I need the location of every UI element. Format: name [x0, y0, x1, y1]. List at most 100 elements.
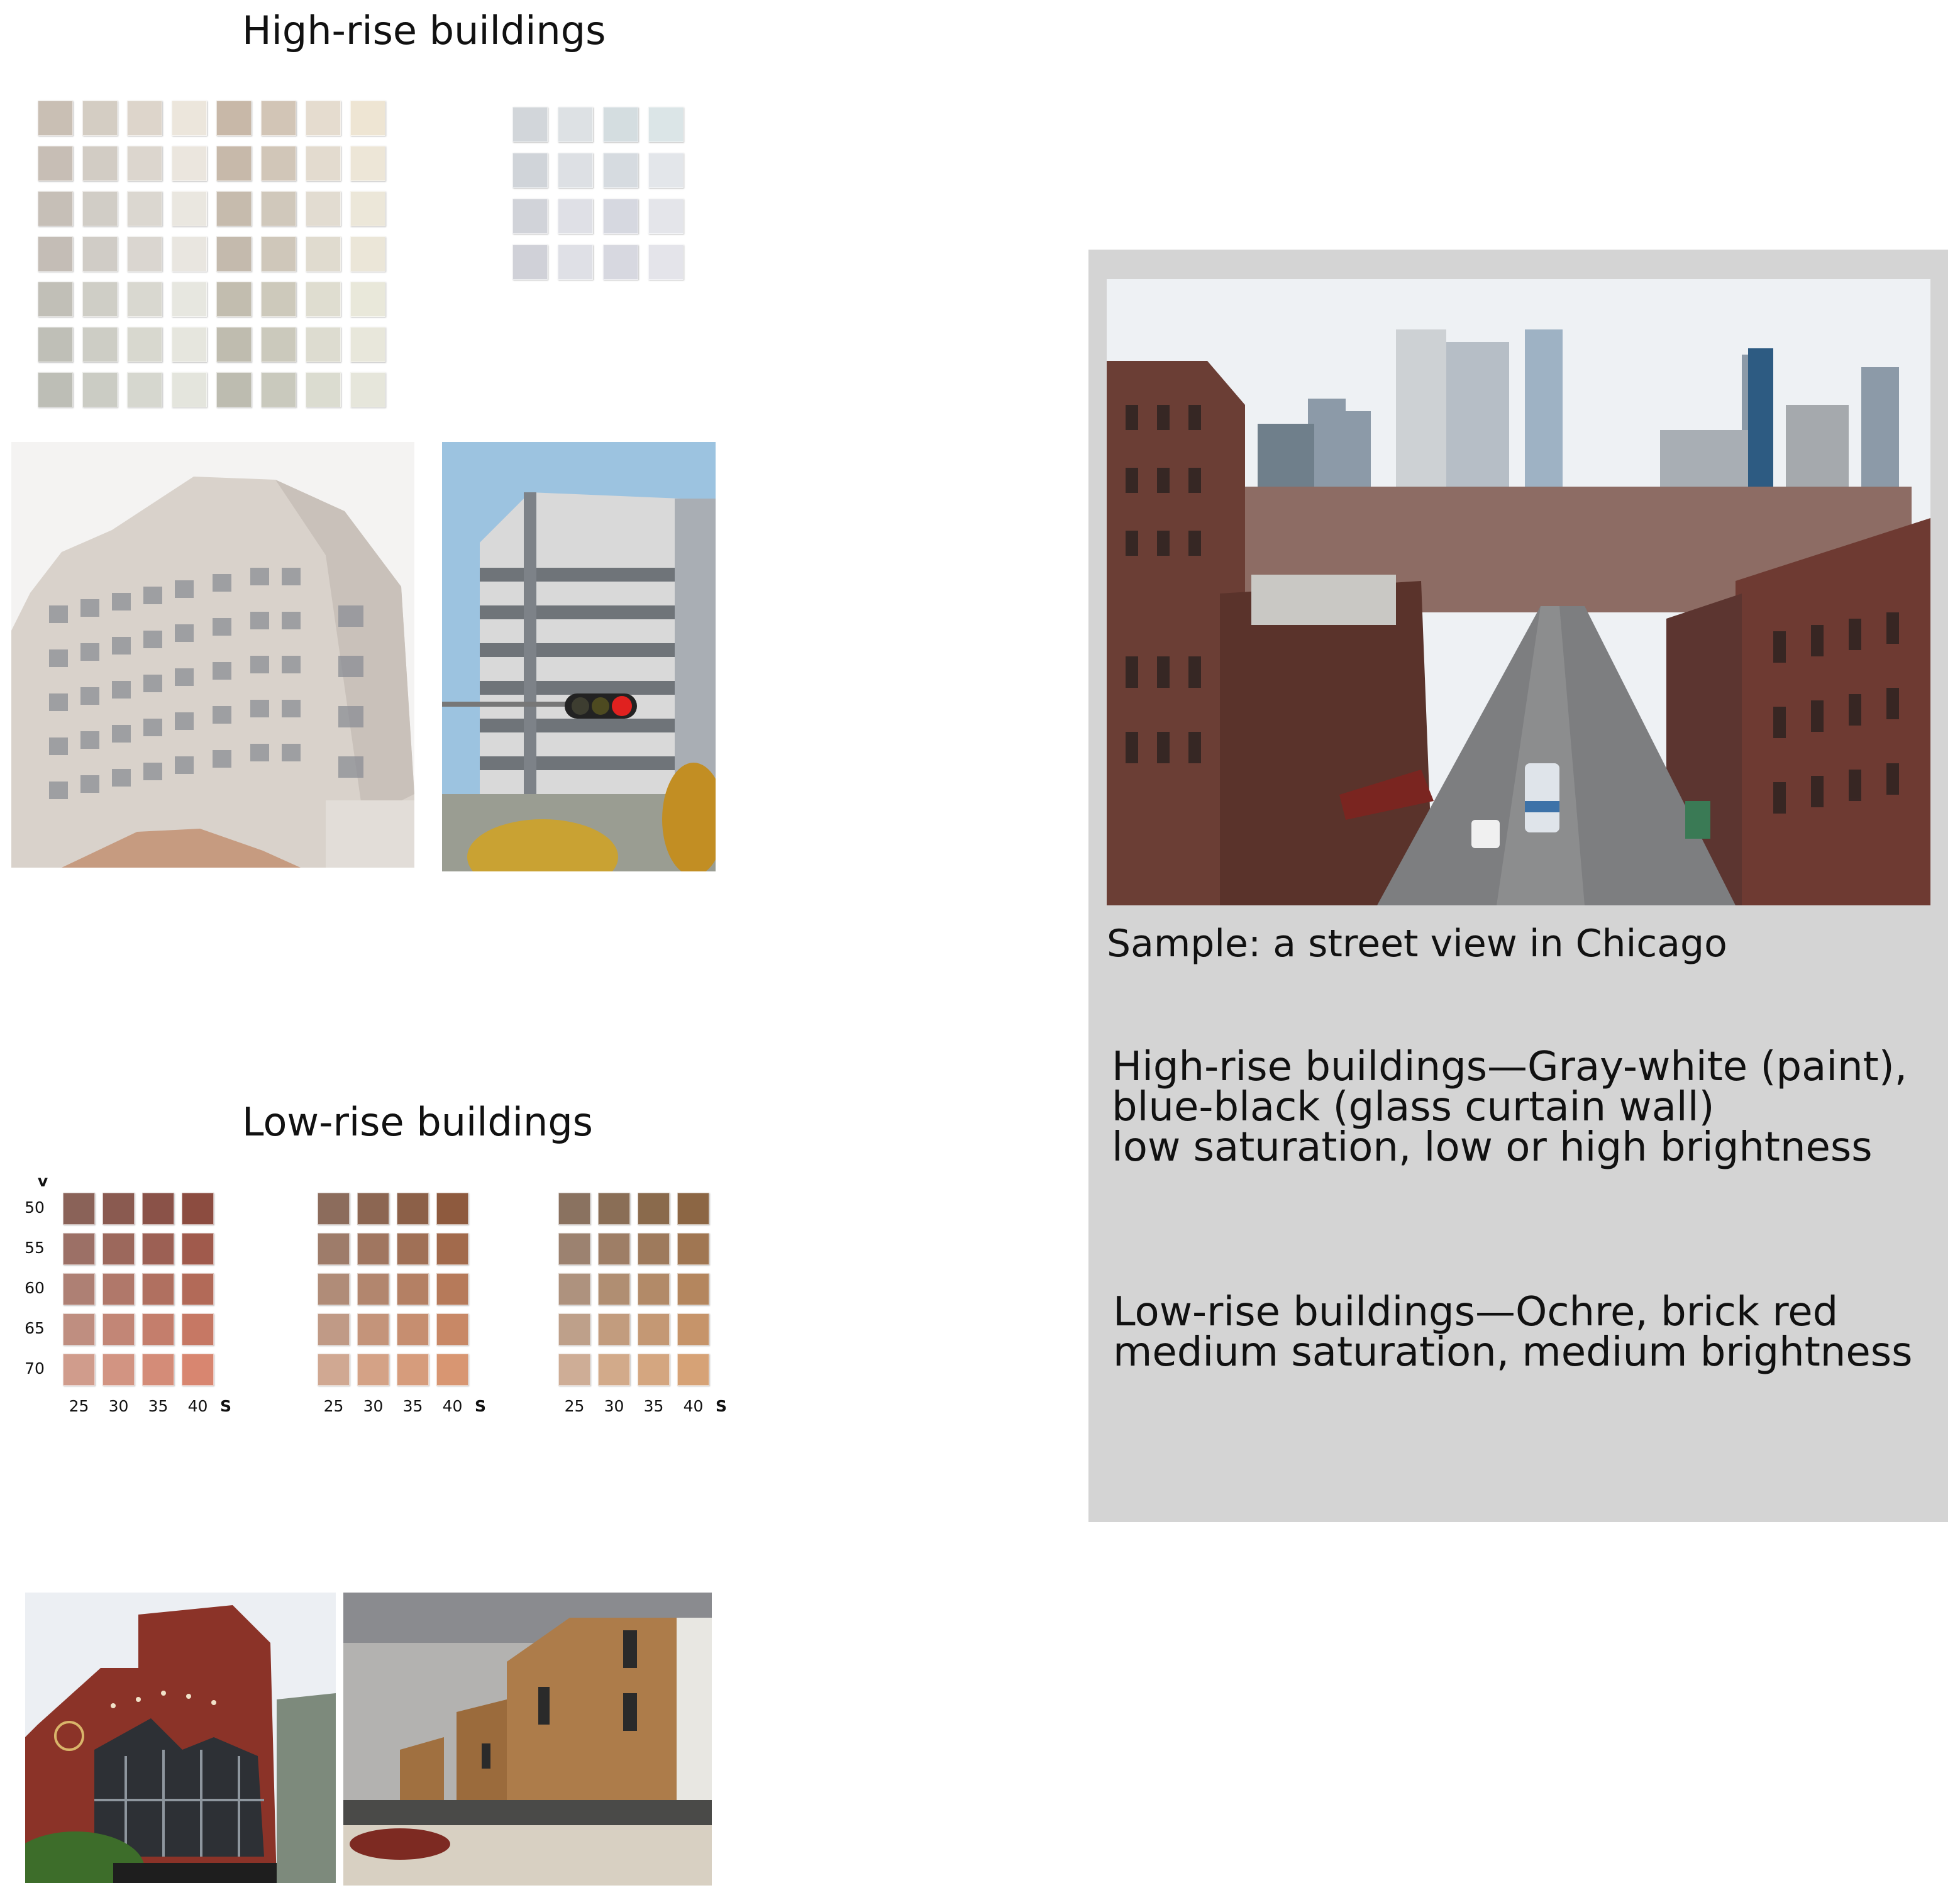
color-swatch — [261, 236, 296, 272]
color-swatch — [127, 236, 162, 272]
color-swatch — [38, 372, 73, 407]
color-swatch — [127, 372, 162, 407]
color-swatch — [127, 101, 162, 136]
color-swatch — [182, 1313, 214, 1345]
color-swatch — [350, 191, 385, 226]
color-swatch — [82, 372, 118, 407]
color-swatch — [172, 236, 207, 272]
s-axis-tick-label: 25 — [69, 1397, 89, 1415]
low-rise-palette-brick-red — [63, 1193, 252, 1394]
color-swatch — [677, 1313, 709, 1345]
color-swatch — [63, 1313, 95, 1345]
color-swatch — [63, 1354, 95, 1386]
color-swatch — [350, 101, 385, 136]
color-swatch — [127, 146, 162, 181]
color-swatch — [603, 245, 638, 280]
color-swatch — [261, 372, 296, 407]
color-swatch — [63, 1273, 95, 1305]
high-rise-palette-warm-gray — [38, 101, 396, 415]
s-axis-title: S — [474, 1397, 486, 1415]
color-swatch — [102, 1354, 135, 1386]
color-swatch — [82, 191, 118, 226]
color-swatch — [82, 327, 118, 362]
color-swatch — [603, 199, 638, 234]
low-rise-palette-ochre — [558, 1193, 747, 1394]
color-swatch — [182, 1233, 214, 1265]
high-rise-photo-apartment — [11, 442, 414, 868]
color-swatch — [127, 191, 162, 226]
color-swatch — [350, 327, 385, 362]
color-swatch — [558, 1233, 590, 1265]
low-rise-photo-timber — [343, 1593, 712, 1886]
color-swatch — [598, 1193, 630, 1225]
color-swatch — [558, 1193, 590, 1225]
color-swatch — [318, 1193, 350, 1225]
color-swatch — [638, 1273, 670, 1305]
color-swatch — [318, 1313, 350, 1345]
color-swatch — [306, 282, 341, 317]
color-swatch — [306, 101, 341, 136]
color-swatch — [558, 1313, 590, 1345]
s-axis-tick-label: 25 — [323, 1397, 344, 1415]
s-axis-tick-label: 30 — [363, 1397, 384, 1415]
color-swatch — [102, 1273, 135, 1305]
color-swatch — [172, 282, 207, 317]
color-swatch — [172, 372, 207, 407]
color-swatch — [172, 327, 207, 362]
color-swatch — [648, 153, 684, 188]
color-swatch — [142, 1193, 174, 1225]
color-swatch — [638, 1354, 670, 1386]
high-rise-description-line: High-rise buildings—Gray-white (paint), — [1112, 1044, 1908, 1090]
color-swatch — [127, 327, 162, 362]
low-rise-description-line: Low-rise buildings—Ochre, brick red — [1113, 1289, 1839, 1335]
color-swatch — [306, 236, 341, 272]
s-axis-tick-label: 40 — [442, 1397, 463, 1415]
color-swatch — [357, 1193, 389, 1225]
color-swatch — [512, 245, 548, 280]
color-swatch — [216, 282, 252, 317]
v-axis-tick-label: 55 — [25, 1239, 45, 1257]
color-swatch — [38, 146, 73, 181]
color-swatch — [677, 1193, 709, 1225]
s-axis-tick-label: 35 — [148, 1397, 169, 1415]
color-swatch — [357, 1233, 389, 1265]
color-swatch — [172, 101, 207, 136]
color-swatch — [397, 1354, 429, 1386]
color-swatch — [397, 1313, 429, 1345]
color-swatch — [318, 1233, 350, 1265]
color-swatch — [677, 1354, 709, 1386]
color-swatch — [216, 236, 252, 272]
color-swatch — [648, 245, 684, 280]
low-rise-description: Low-rise buildings—Ochre, brick red medi… — [1113, 1292, 1912, 1373]
color-swatch — [261, 146, 296, 181]
color-swatch — [638, 1313, 670, 1345]
s-axis-tick-label: 35 — [643, 1397, 664, 1415]
v-axis-tick-label: 70 — [25, 1359, 45, 1378]
color-swatch — [357, 1273, 389, 1305]
color-swatch — [603, 107, 638, 142]
s-axis-tick-label: 40 — [683, 1397, 704, 1415]
color-swatch — [182, 1193, 214, 1225]
high-rise-palette-blue-gray — [512, 107, 695, 295]
color-swatch — [598, 1273, 630, 1305]
s-axis-title: S — [715, 1397, 727, 1415]
color-swatch — [436, 1273, 468, 1305]
low-rise-palette-ochre-red — [318, 1193, 506, 1394]
high-rise-description: High-rise buildings—Gray-white (paint), … — [1112, 1047, 1907, 1168]
color-swatch — [38, 327, 73, 362]
color-swatch — [142, 1273, 174, 1305]
color-swatch — [82, 282, 118, 317]
color-swatch — [350, 372, 385, 407]
color-swatch — [357, 1313, 389, 1345]
color-swatch — [172, 191, 207, 226]
high-rise-description-line: low saturation, low or high brightness — [1112, 1124, 1873, 1171]
color-swatch — [306, 327, 341, 362]
v-axis-tick-label: 65 — [25, 1319, 45, 1337]
color-swatch — [512, 199, 548, 234]
color-swatch — [357, 1354, 389, 1386]
color-swatch — [261, 327, 296, 362]
color-swatch — [216, 372, 252, 407]
color-swatch — [677, 1273, 709, 1305]
color-swatch — [38, 282, 73, 317]
low-rise-description-line: medium saturation, medium brightness — [1113, 1329, 1913, 1376]
